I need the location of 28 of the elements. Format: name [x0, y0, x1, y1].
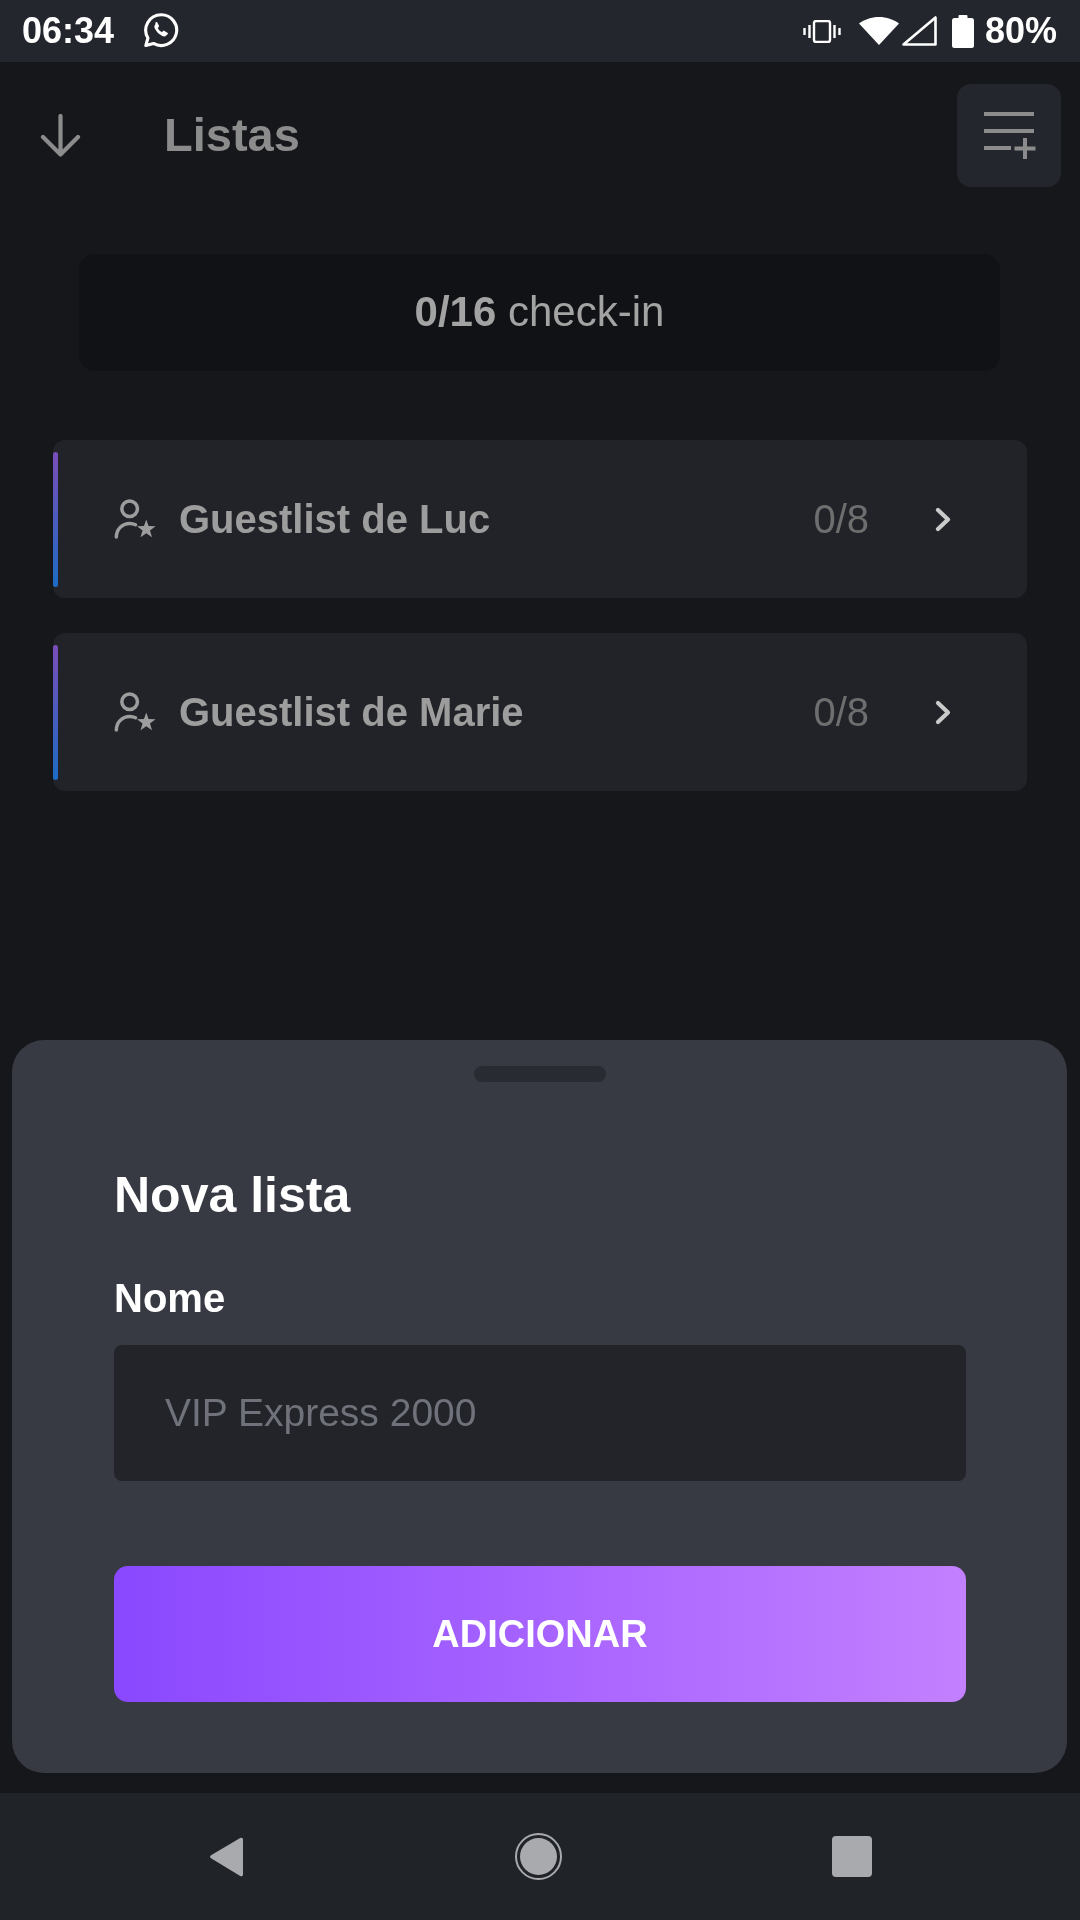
battery-icon	[951, 14, 974, 48]
list-count: 0/8	[813, 496, 869, 543]
list-plus-icon	[982, 110, 1036, 161]
checkin-summary: 0/16 check-in	[414, 287, 665, 338]
list-name: Guestlist de Marie	[179, 689, 524, 736]
arrow-down-icon[interactable]	[40, 114, 81, 157]
page-title: Listas	[164, 107, 300, 164]
chevron-right-icon	[935, 506, 952, 532]
home-icon[interactable]	[515, 1833, 562, 1880]
chevron-right-icon	[935, 699, 952, 725]
person-star-icon	[114, 496, 158, 542]
person-star-icon	[114, 689, 158, 735]
vibrate-icon	[802, 19, 841, 43]
signal-icon	[901, 16, 937, 46]
list-count: 0/8	[813, 689, 869, 736]
add-list-button[interactable]	[957, 84, 1061, 187]
phone-bubble-icon	[144, 13, 181, 49]
list-item[interactable]: Guestlist de Marie 0/8	[53, 633, 1027, 791]
list-item[interactable]: Guestlist de Luc 0/8	[53, 440, 1027, 598]
sheet-title: Nova lista	[114, 1166, 352, 1225]
list-name: Guestlist de Luc	[179, 496, 491, 543]
battery-percent: 80%	[984, 13, 1057, 49]
name-field[interactable]: VIP Express 2000	[114, 1345, 966, 1481]
back-icon[interactable]	[208, 1835, 245, 1878]
field-label: Nome	[114, 1275, 227, 1322]
add-button[interactable]: ADICIONAR	[114, 1566, 966, 1702]
status-time: 06:34	[22, 13, 115, 49]
wifi-icon	[858, 17, 899, 45]
